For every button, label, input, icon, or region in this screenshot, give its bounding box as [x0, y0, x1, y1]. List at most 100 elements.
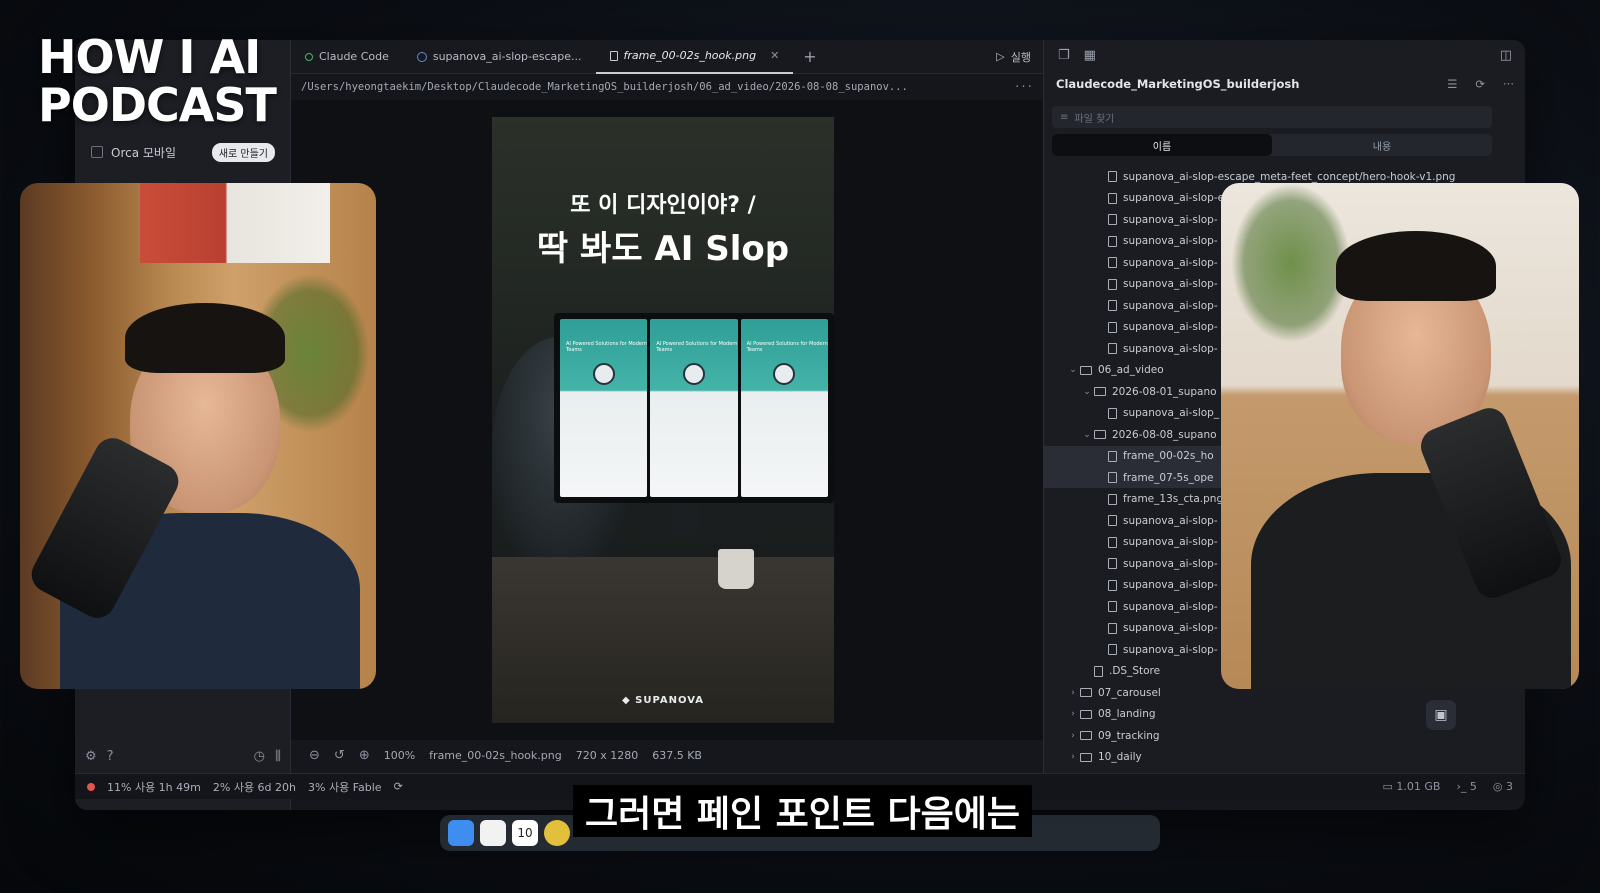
monitor-stand: [672, 503, 698, 535]
tree-item-label: supanova_ai-slop-: [1123, 213, 1218, 226]
tree-item-label: supanova_ai-slop-: [1123, 321, 1218, 333]
tree-item-label: supanova_ai-slop-es: [1123, 192, 1230, 204]
zoom-in-icon[interactable]: ⊕: [359, 748, 370, 763]
help-icon[interactable]: ?: [107, 749, 114, 764]
left-pane-toolbar: ⚙ ? ◷ ⫼: [85, 744, 281, 768]
layout-button[interactable]: ▣: [1426, 700, 1456, 730]
tree-item-label: frame_13s_cta.png: [1123, 493, 1224, 505]
chrome-icon[interactable]: [544, 820, 570, 846]
file-search-input[interactable]: ≡ 파일 찾기: [1052, 106, 1492, 128]
panel-toggle-icon[interactable]: ◫: [1500, 48, 1512, 63]
file-icon: [1108, 343, 1117, 354]
tree-item-label: supanova_ai-slop-escape_meta-feet_concep…: [1123, 170, 1456, 183]
seg-name-button[interactable]: 이름: [1052, 134, 1272, 156]
tree-item-label: supanova_ai-slop-: [1123, 536, 1218, 548]
viewer-filename: frame_00-02s_hook.png: [429, 748, 562, 762]
tag-count-value: 3: [1506, 780, 1513, 793]
file-icon: [1108, 472, 1117, 483]
refresh-icon[interactable]: ⟳: [394, 780, 403, 793]
refresh-icon[interactable]: ⟳: [1475, 77, 1485, 91]
screen-panel: AI Powered Solutions for Modern Teams: [560, 319, 648, 497]
file-icon: [1108, 300, 1117, 311]
tree-item-label: 06_ad_video: [1098, 364, 1164, 376]
logo-line-2: PODCAST: [38, 78, 277, 132]
poster-image: AI Powered Solutions for Modern Teams AI…: [492, 117, 834, 723]
grid-icon[interactable]: ▦: [1084, 48, 1096, 63]
tab-frame-image[interactable]: frame_00-02s_hook.png ✕: [595, 40, 794, 74]
calendar-icon[interactable]: 10: [512, 820, 538, 846]
tree-item-label: 08_landing: [1098, 708, 1156, 720]
tab-label: supanova_ai-slop-escape...: [432, 50, 582, 63]
list-icon[interactable]: ☰: [1447, 77, 1457, 91]
poster-brand: ◆ SUPANOVA: [621, 695, 705, 706]
usage-session: 11% 사용 1h 49m: [107, 780, 201, 794]
panel-headline: AI Powered Solutions for Modern Teams: [566, 341, 648, 353]
more-icon[interactable]: ···: [1503, 77, 1514, 91]
tree-item-label: supanova_ai-slop-: [1123, 235, 1218, 247]
person-hair: [1336, 231, 1496, 301]
more-icon[interactable]: ···: [1014, 81, 1033, 93]
viewer-footer: ⊖ ↺ ⊕ 100% frame_00-02s_hook.png 720 x 1…: [291, 740, 1043, 770]
rotate-icon[interactable]: ↺: [334, 748, 345, 763]
tab-supanova-page[interactable]: supanova_ai-slop-escape...: [403, 40, 596, 74]
path-bar: /Users/hyeongtaekim/Desktop/Claudecode_M…: [291, 74, 1043, 100]
usage-fable: 3% 사용 Fable: [308, 780, 382, 794]
tree-item-label: frame_07-5s_ope: [1123, 471, 1214, 484]
file-icon: [1108, 450, 1117, 462]
tree-item-label: 10_daily: [1098, 751, 1142, 763]
file-icon: [1108, 257, 1117, 268]
files-icon[interactable]: ❐: [1058, 48, 1070, 63]
tree-item-label: supanova_ai-slop-: [1123, 600, 1218, 613]
explorer-toolbar: ❐ ▦ ◫: [1044, 40, 1525, 70]
run-button[interactable]: ▷ 실행: [996, 49, 1043, 65]
close-icon[interactable]: ✕: [770, 49, 779, 62]
disk-value: 1.01 GB: [1396, 780, 1441, 793]
chevron-down-icon: ⌄: [1083, 429, 1091, 440]
chevron-down-icon: ⌄: [1083, 386, 1091, 397]
chevron-down-icon: ⌄: [1069, 365, 1077, 375]
chevron-right-icon: ›: [1071, 687, 1075, 698]
image-viewer: AI Powered Solutions for Modern Teams AI…: [291, 100, 1043, 740]
brand-name: SUPANOVA: [635, 695, 705, 706]
tree-item-label: supanova_ai-slop-: [1123, 342, 1218, 355]
tree-item-label: .DS_Store: [1109, 665, 1161, 677]
podcast-logo: HOW I AI PODCAST: [38, 34, 288, 128]
file-icon: [1108, 558, 1117, 569]
screen-panel: AI Powered Solutions for Modern Teams: [740, 319, 828, 497]
poster-headline-2: 딱 봐도 AI Slop: [536, 229, 790, 269]
chevron-right-icon: ›: [1071, 709, 1075, 719]
file-icon: [1108, 407, 1117, 419]
tree-item-label: supanova_ai-slop-: [1123, 299, 1218, 312]
tree-item-label: supanova_ai-slop-: [1123, 643, 1218, 656]
new-button[interactable]: 새로 만들기: [211, 142, 275, 162]
sidebar-item-label: Orca 모바일: [111, 145, 177, 160]
file-icon: [1108, 171, 1117, 182]
tab-label: frame_00-02s_hook.png: [623, 49, 757, 62]
history-icon[interactable]: ◷: [254, 749, 265, 764]
new-tab-button[interactable]: +: [793, 47, 826, 66]
columns-icon[interactable]: ⫼: [275, 749, 281, 764]
calendar-date: 10: [517, 826, 533, 840]
file-icon: [1108, 278, 1117, 290]
folder-icon: [1080, 752, 1092, 762]
seg-content-button[interactable]: 내용: [1272, 134, 1492, 156]
file-size: 637.5 KB: [652, 748, 702, 762]
logo-line-1: HOW I AI: [38, 30, 261, 84]
tree-folder[interactable]: › 10_daily: [1044, 747, 1525, 768]
file-icon: [1108, 644, 1117, 655]
file-icon: [1108, 622, 1117, 634]
finder-icon[interactable]: [448, 820, 474, 846]
globe-icon: [416, 51, 427, 62]
monitor: AI Powered Solutions for Modern Teams AI…: [554, 313, 834, 503]
status-icon: [305, 52, 313, 61]
sidebar-item-orca-mobile[interactable]: Orca 모바일 새로 만들기: [85, 140, 281, 164]
zoom-out-icon[interactable]: ⊖: [309, 748, 320, 763]
tab-claude-code[interactable]: Claude Code: [291, 40, 403, 74]
gear-icon[interactable]: ⚙: [85, 749, 97, 764]
mug: [718, 549, 754, 589]
file-icon: [1094, 665, 1103, 677]
filter-icon: ≡: [1060, 111, 1069, 123]
launchpad-icon[interactable]: [480, 820, 506, 846]
bookshelf: [140, 183, 330, 263]
video-subtitle: 그러면 페인 포인트 다음에는: [573, 785, 1033, 837]
